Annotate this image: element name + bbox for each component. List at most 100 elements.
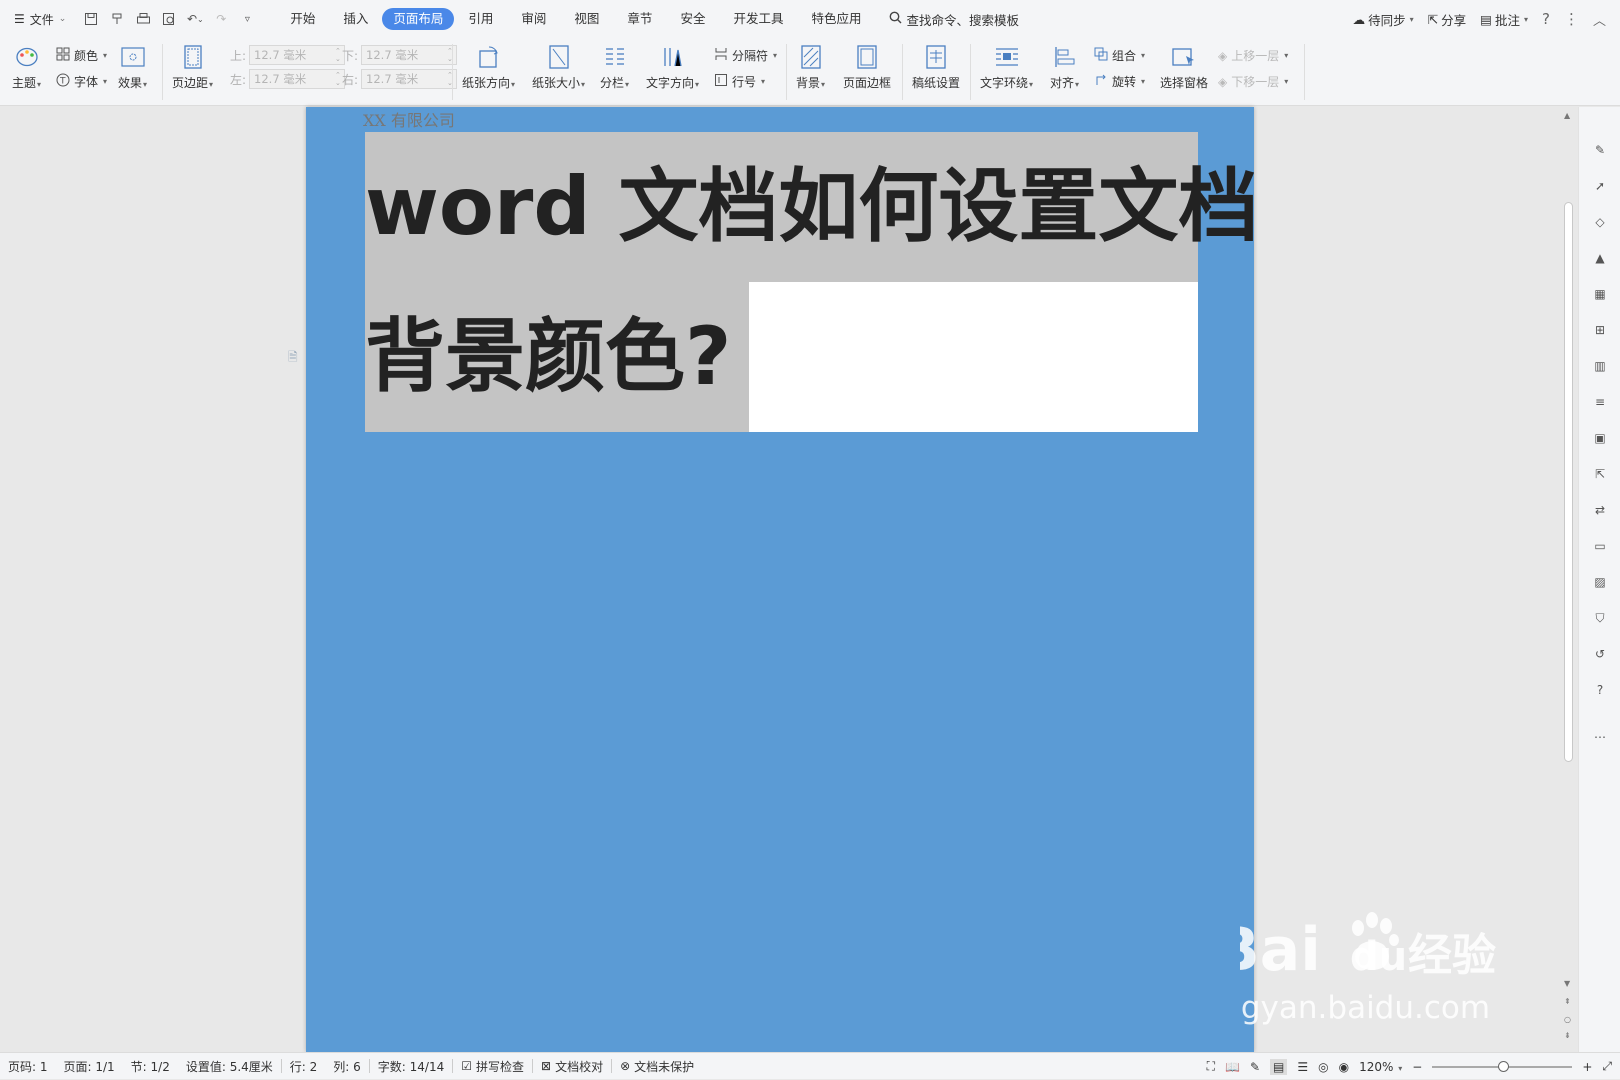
text-wrap-button[interactable]: 文字环绕▾ xyxy=(980,38,1033,91)
zoom-slider-knob[interactable] xyxy=(1498,1060,1510,1072)
fill-icon[interactable]: ▲ xyxy=(1590,248,1610,268)
collapse-ribbon-icon[interactable]: ︿ xyxy=(1593,10,1606,29)
scroll-up-icon[interactable]: ▲ xyxy=(1564,111,1570,120)
print-icon[interactable] xyxy=(132,8,154,30)
page-view-icon[interactable]: ▤ xyxy=(1270,1058,1288,1075)
manuscript-settings-button[interactable]: 稿纸设置 xyxy=(912,38,960,91)
shield-icon[interactable]: ⛉ xyxy=(1590,608,1610,628)
selection-pane-button[interactable]: 选择窗格 xyxy=(1160,38,1208,91)
browse-object-icon[interactable]: ○ xyxy=(1564,1015,1571,1024)
font-button[interactable]: T 字体 ▾ xyxy=(56,73,107,90)
print-preview-icon[interactable] xyxy=(158,8,180,30)
send-backward-button[interactable]: ◈ 下移一层 ▾ xyxy=(1218,73,1288,90)
apps-grid-icon[interactable]: ⊞ xyxy=(1590,320,1610,340)
fullscreen-icon[interactable]: ⛶ xyxy=(1207,1059,1215,1074)
read-mode-icon[interactable]: 📖 xyxy=(1225,1060,1240,1074)
tab-view[interactable]: 视图 xyxy=(560,8,613,30)
zoom-slider[interactable] xyxy=(1432,1060,1573,1072)
group-button[interactable]: 组合 ▾ xyxy=(1094,47,1145,64)
tab-review[interactable]: 审阅 xyxy=(507,8,560,30)
margin-top-spinner[interactable]: 上: 12.7 毫米 xyxy=(230,45,346,65)
more-options-icon[interactable]: ⋮ xyxy=(1564,10,1579,28)
title-block[interactable]: word 文档如何设置文档 背景颜色? xyxy=(365,132,1258,432)
background-button[interactable]: 背景▾ xyxy=(796,38,825,91)
document-page[interactable]: XX 有限公司 word 文档如何设置文档 背景颜色? xyxy=(306,107,1258,1052)
theme-button[interactable]: 主题▾ xyxy=(12,38,41,91)
redo-icon[interactable]: ↷ xyxy=(210,8,232,30)
outline-view-icon[interactable]: ☰ xyxy=(1297,1060,1308,1074)
tab-chapter[interactable]: 章节 xyxy=(613,8,666,30)
archive-icon[interactable]: ▭ xyxy=(1590,536,1610,556)
page-border-button[interactable]: 页面边框 xyxy=(843,38,891,91)
text-direction-button[interactable]: 文字方向▾ xyxy=(646,38,699,91)
picture-icon[interactable]: ▨ xyxy=(1590,572,1610,592)
orientation-button[interactable]: 纸张方向▾ xyxy=(462,38,515,91)
share-button[interactable]: ⇱ 分享 xyxy=(1428,10,1467,29)
sliders-icon[interactable]: ≡ xyxy=(1590,392,1610,412)
help-circle-icon[interactable]: ? xyxy=(1590,680,1610,700)
paper-size-button[interactable]: 纸张大小▾ xyxy=(532,38,585,91)
pen-icon[interactable]: ✎ xyxy=(1590,140,1610,160)
chart-icon[interactable]: ▥ xyxy=(1590,356,1610,376)
shapes-icon[interactable]: ◇ xyxy=(1590,212,1610,232)
help-button[interactable]: ? xyxy=(1542,10,1550,28)
paragraph-mark-icon[interactable]: 🗎 xyxy=(288,348,302,364)
fit-window-icon[interactable]: ⤢ xyxy=(1602,1059,1612,1074)
tab-home[interactable]: 开始 xyxy=(276,8,329,30)
margin-left-field[interactable]: 12.7 毫米 xyxy=(249,69,346,89)
page-header-text[interactable]: XX 有限公司 xyxy=(363,107,455,131)
tab-security[interactable]: 安全 xyxy=(666,8,719,30)
sync-button[interactable]: ☁ 待同步 ▾ xyxy=(1353,10,1414,29)
scroll-down-icon[interactable]: ▼ xyxy=(1564,979,1570,988)
margin-right-spinner[interactable]: 右: 12.7 毫米 xyxy=(342,69,458,89)
comment-button[interactable]: ▤ 批注 ▾ xyxy=(1480,10,1528,29)
margin-bottom-spinner[interactable]: 下: 12.7 毫米 xyxy=(342,45,458,65)
undo-icon[interactable]: ↶ ⌄ xyxy=(184,8,206,30)
web-view-icon[interactable]: ◎ xyxy=(1318,1060,1328,1074)
status-page-num[interactable]: 页码: 1 xyxy=(0,1058,56,1075)
protect-status-button[interactable]: ⊗ 文档未保护 xyxy=(612,1058,702,1075)
align-button[interactable]: 对齐▾ xyxy=(1050,38,1079,91)
margin-right-field[interactable]: 12.7 毫米 xyxy=(361,69,458,89)
effect-button[interactable]: 效果▾ xyxy=(118,38,147,91)
columns-button[interactable]: 分栏▾ xyxy=(600,38,629,91)
tab-references[interactable]: 引用 xyxy=(454,8,507,30)
vertical-scrollbar[interactable]: ▲ ▼ ⇞ ○ ⇟ xyxy=(1562,107,1574,1052)
margins-button[interactable]: 页边距▾ xyxy=(172,38,213,91)
zoom-level[interactable]: 120% ▾ xyxy=(1359,1060,1402,1074)
more-icon[interactable]: ⋯ xyxy=(1590,727,1610,747)
tab-page-layout[interactable]: 页面布局 xyxy=(382,8,455,30)
command-search[interactable]: 查找命令、搜索模板 xyxy=(889,10,1019,29)
file-menu-button[interactable]: ☰ 文件 ⌄ xyxy=(0,0,74,38)
prev-page-icon[interactable]: ⇞ xyxy=(1564,997,1571,1006)
scrollbar-thumb[interactable] xyxy=(1564,202,1573,762)
bring-forward-button[interactable]: ◈ 上移一层 ▾ xyxy=(1218,47,1288,64)
status-pages[interactable]: 页面: 1/1 xyxy=(56,1058,123,1075)
margin-bottom-field[interactable]: 12.7 毫米 xyxy=(361,45,458,65)
status-word-count[interactable]: 字数: 14/14 xyxy=(370,1058,452,1075)
image-doc-icon[interactable]: ▣ xyxy=(1590,428,1610,448)
customize-toolbar-icon[interactable]: ▿ xyxy=(236,8,258,30)
status-col[interactable]: 列: 6 xyxy=(325,1058,369,1075)
rotate-button[interactable]: 旋转 ▾ xyxy=(1094,73,1145,90)
zoom-out-icon[interactable]: − xyxy=(1412,1060,1422,1074)
spell-check-button[interactable]: ☑ 拼写检查 xyxy=(453,1058,532,1075)
proofread-button[interactable]: ⊠ 文档校对 xyxy=(533,1058,611,1075)
zoom-in-icon[interactable]: + xyxy=(1582,1060,1592,1074)
margin-top-field[interactable]: 12.7 毫米 xyxy=(249,45,346,65)
tab-insert[interactable]: 插入 xyxy=(329,8,382,30)
eye-protection-icon[interactable]: ◉ xyxy=(1339,1060,1349,1074)
next-page-icon[interactable]: ⇟ xyxy=(1564,1031,1571,1040)
breaks-button[interactable]: 分隔符 ▾ xyxy=(714,47,777,64)
line-numbers-button[interactable]: 行号 ▾ xyxy=(714,73,765,90)
status-row[interactable]: 行: 2 xyxy=(282,1058,326,1075)
margin-left-spinner[interactable]: 左: 12.7 毫米 xyxy=(230,69,346,89)
format-painter-icon[interactable] xyxy=(106,8,128,30)
tab-developer[interactable]: 开发工具 xyxy=(719,8,797,30)
status-section[interactable]: 节: 1/2 xyxy=(123,1058,178,1075)
write-mode-icon[interactable]: ✎ xyxy=(1250,1060,1260,1074)
status-setting[interactable]: 设置值: 5.4厘米 xyxy=(178,1058,281,1075)
save-icon[interactable] xyxy=(80,8,102,30)
tab-features[interactable]: 特色应用 xyxy=(797,8,875,30)
cursor-icon[interactable]: ➚ xyxy=(1590,176,1610,196)
